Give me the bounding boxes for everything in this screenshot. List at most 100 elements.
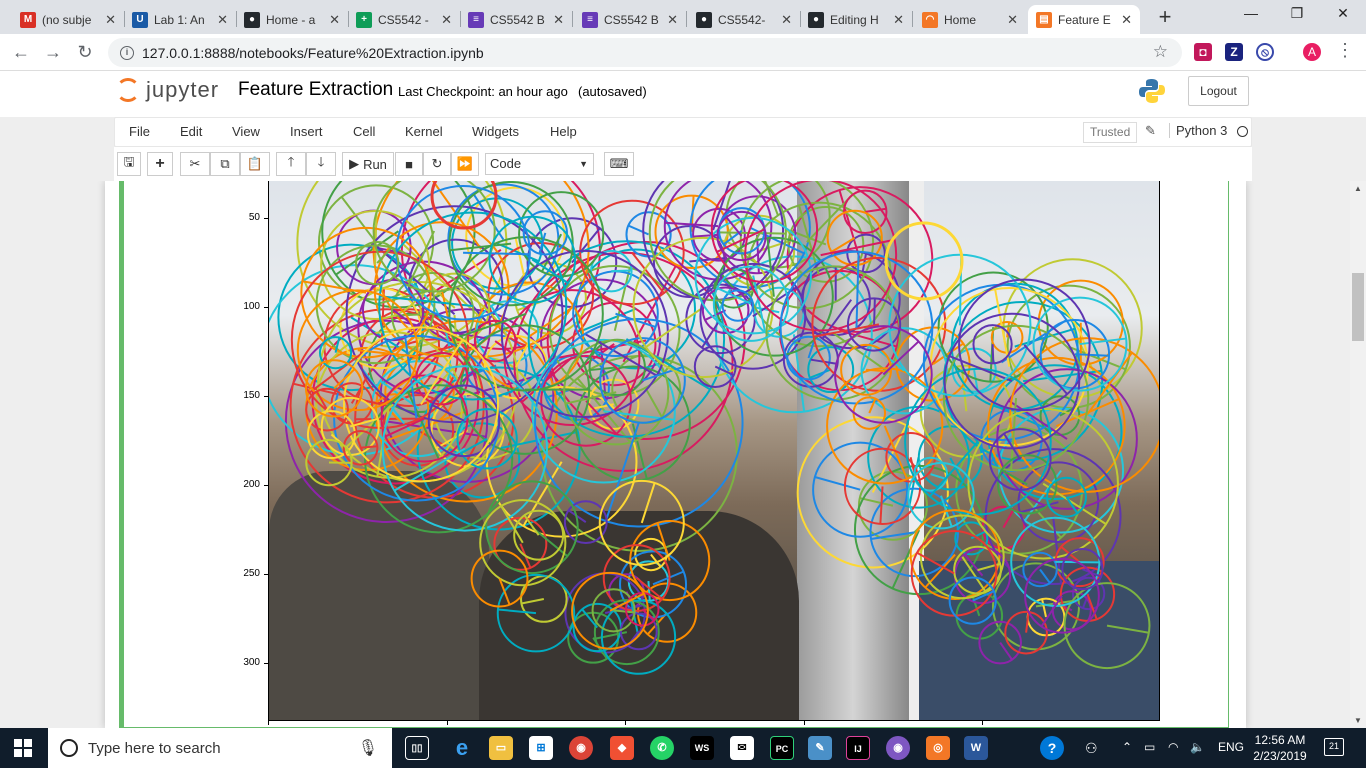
- maximize-icon[interactable]: ❐: [1274, 5, 1320, 22]
- webstorm-icon[interactable]: WS: [690, 736, 714, 760]
- logout-button[interactable]: Logout: [1188, 76, 1249, 106]
- move-down-icon[interactable]: 🡓: [306, 152, 336, 176]
- close-tab-icon[interactable]: ✕: [217, 12, 228, 28]
- help-icon[interactable]: ?: [1040, 736, 1064, 760]
- keypoint-orientation: [855, 251, 860, 328]
- taskbar-clock[interactable]: 12:56 AM 2/23/2019: [1250, 732, 1310, 764]
- cell-type-value: Code: [490, 156, 522, 171]
- cut-icon[interactable]: ✂: [180, 152, 210, 176]
- minimize-icon[interactable]: —: [1228, 5, 1274, 21]
- microphone-icon[interactable]: 🎙: [358, 738, 378, 758]
- interrupt-icon[interactable]: ■: [395, 152, 423, 176]
- notebook-title[interactable]: Feature Extraction: [238, 79, 393, 101]
- move-up-icon[interactable]: 🡑: [276, 152, 306, 176]
- browser-tab[interactable]: ▤ Feature E ✕: [1028, 5, 1140, 34]
- task-view-icon[interactable]: ▯▯: [405, 736, 429, 760]
- restart-run-all-icon[interactable]: ⏩: [451, 152, 479, 176]
- menu-widgets[interactable]: Widgets: [472, 124, 519, 139]
- close-window-icon[interactable]: ✕: [1320, 5, 1366, 22]
- browser-tab[interactable]: U Lab 1: An ✕: [124, 5, 236, 34]
- edge-icon[interactable]: e: [450, 736, 474, 760]
- profile-avatar[interactable]: A: [1303, 43, 1321, 61]
- edit-pencil-icon[interactable]: ✎: [1145, 123, 1156, 139]
- taskbar-search-input[interactable]: Type here to search 🎙: [48, 728, 392, 768]
- tray-chevron-up-icon[interactable]: ⌃: [1122, 740, 1132, 754]
- mail-icon[interactable]: ✉: [730, 736, 754, 760]
- git-icon[interactable]: ◆: [610, 736, 634, 760]
- jupyter-logo[interactable]: jupyter: [116, 77, 219, 103]
- kernel-name[interactable]: Python 3: [1169, 123, 1227, 138]
- trusted-badge[interactable]: Trusted: [1083, 122, 1138, 143]
- close-tab-icon[interactable]: ✕: [781, 12, 792, 28]
- menu-kernel[interactable]: Kernel: [405, 124, 443, 139]
- browser-tab[interactable]: ◠ Home ✕: [914, 5, 1026, 34]
- wifi-icon[interactable]: ◠: [1168, 740, 1178, 754]
- action-center-icon[interactable]: 21: [1324, 738, 1344, 756]
- github-icon: ●: [696, 11, 712, 28]
- menu-help[interactable]: Help: [550, 124, 577, 139]
- language-indicator[interactable]: ENG: [1218, 740, 1244, 754]
- browser-menu-icon[interactable]: ⋮: [1334, 40, 1356, 61]
- info-icon[interactable]: i: [120, 45, 134, 60]
- close-tab-icon[interactable]: ✕: [553, 12, 564, 28]
- windows-start-icon[interactable]: [14, 739, 32, 757]
- word-icon[interactable]: W: [964, 736, 988, 760]
- people-icon[interactable]: ⚇: [1085, 740, 1098, 757]
- browser-tab-strip: M (no subje ✕ U Lab 1: An ✕ ● Home - a ✕ + CS5542 …: [0, 0, 1366, 34]
- url-input[interactable]: i 127.0.0.1:8888/notebooks/Feature%20Ext…: [108, 38, 1182, 67]
- keypoint-orientation: [1002, 508, 1015, 529]
- scroll-down-icon[interactable]: ▼: [1350, 716, 1366, 725]
- notebook-icon: ▤: [1036, 11, 1052, 28]
- copy-icon[interactable]: ⧉: [210, 152, 240, 176]
- menu-edit[interactable]: Edit: [180, 124, 202, 139]
- github-desktop-icon[interactable]: ◉: [886, 736, 910, 760]
- paint-icon[interactable]: ✎: [808, 736, 832, 760]
- cell-type-select[interactable]: Code ▼: [485, 153, 594, 175]
- y-tick: [264, 663, 268, 664]
- close-tab-icon[interactable]: ✕: [105, 12, 116, 28]
- close-tab-icon[interactable]: ✕: [893, 12, 904, 28]
- browser-tab[interactable]: ≡ CS5542 B ✕: [460, 5, 572, 34]
- zotero-extension-icon[interactable]: Z: [1225, 43, 1243, 61]
- menu-insert[interactable]: Insert: [290, 124, 323, 139]
- chrome-icon[interactable]: ◉: [569, 736, 593, 760]
- insert-cell-icon[interactable]: +: [147, 152, 173, 176]
- restart-icon[interactable]: ↻: [423, 152, 451, 176]
- close-tab-icon[interactable]: ✕: [1007, 12, 1018, 28]
- bookmark-star-icon[interactable]: ☆: [1153, 42, 1168, 62]
- new-tab-icon[interactable]: +: [1152, 4, 1178, 30]
- menu-file[interactable]: File: [129, 124, 150, 139]
- scrollbar-thumb[interactable]: [1352, 273, 1364, 341]
- page-scrollbar[interactable]: ▲ ▼: [1350, 181, 1366, 728]
- menu-cell[interactable]: Cell: [353, 124, 375, 139]
- save-icon[interactable]: 🖫: [117, 152, 141, 176]
- file-explorer-icon[interactable]: ▭: [489, 736, 513, 760]
- forward-icon[interactable]: →: [42, 42, 64, 63]
- close-tab-icon[interactable]: ✕: [1121, 12, 1132, 28]
- browser-tab[interactable]: ≡ CS5542 B ✕: [574, 5, 686, 34]
- run-button[interactable]: ▶ Run: [342, 152, 394, 176]
- paste-icon[interactable]: 📋: [240, 152, 270, 176]
- close-tab-icon[interactable]: ✕: [667, 12, 678, 28]
- anaconda-icon[interactable]: ◎: [926, 736, 950, 760]
- store-icon[interactable]: ⊞: [529, 736, 553, 760]
- pocket-extension-icon[interactable]: ◘: [1194, 43, 1212, 61]
- whatsapp-icon[interactable]: ✆: [650, 736, 674, 760]
- intellij-icon[interactable]: IJ: [846, 736, 870, 760]
- close-tab-icon[interactable]: ✕: [441, 12, 452, 28]
- pycharm-icon[interactable]: PC: [770, 736, 794, 760]
- close-tab-icon[interactable]: ✕: [329, 12, 340, 28]
- browser-tab[interactable]: M (no subje ✕: [12, 5, 124, 34]
- back-icon[interactable]: ←: [10, 42, 32, 63]
- battery-icon[interactable]: ▭: [1144, 740, 1155, 754]
- keyboard-icon[interactable]: ⌨: [604, 152, 634, 176]
- browser-tab[interactable]: ● Home - a ✕: [236, 5, 348, 34]
- reload-icon[interactable]: ↻: [74, 42, 96, 63]
- menu-view[interactable]: View: [232, 124, 260, 139]
- scroll-up-icon[interactable]: ▲: [1350, 184, 1366, 193]
- block-extension-icon[interactable]: ⦸: [1256, 43, 1274, 61]
- browser-tab[interactable]: + CS5542 - ✕: [348, 5, 460, 34]
- browser-tab[interactable]: ● Editing H ✕: [800, 5, 912, 34]
- volume-icon[interactable]: 🔈: [1190, 740, 1205, 754]
- browser-tab[interactable]: ● CS5542- ✕: [688, 5, 800, 34]
